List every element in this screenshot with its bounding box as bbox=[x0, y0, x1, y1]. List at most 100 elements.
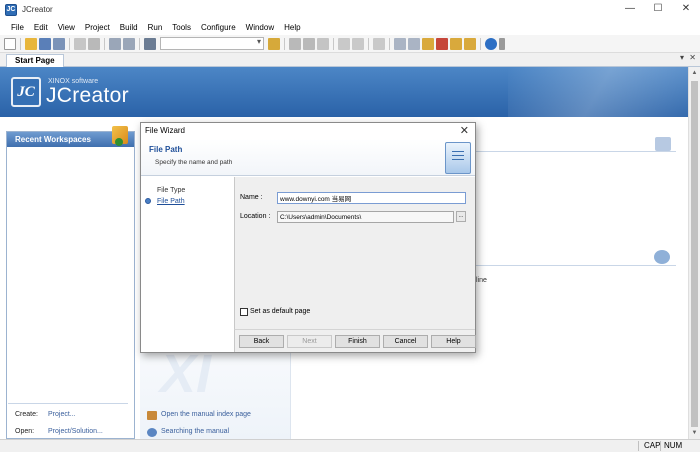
toolbar-separator bbox=[104, 37, 105, 50]
menu-help[interactable]: Help bbox=[279, 23, 305, 32]
create-project-link[interactable]: Project... bbox=[48, 411, 76, 418]
minimize-button[interactable]: — bbox=[616, 0, 644, 19]
dialog-title-bar: File Wizard ✕ bbox=[141, 123, 475, 139]
scroll-down-icon[interactable]: ▼ bbox=[689, 427, 700, 439]
new-file-icon[interactable] bbox=[4, 37, 16, 50]
window-title: JCreator bbox=[22, 5, 53, 14]
browser-icon[interactable] bbox=[436, 37, 448, 50]
undo-icon[interactable] bbox=[109, 37, 121, 50]
menu-build[interactable]: Build bbox=[115, 23, 143, 32]
dialog-footer: Back Next Finish Cancel Help bbox=[234, 329, 476, 352]
right-panel-text: line bbox=[476, 277, 487, 284]
paste-icon[interactable] bbox=[88, 37, 100, 50]
toolbar-separator bbox=[139, 37, 140, 50]
menu-edit[interactable]: Edit bbox=[29, 23, 53, 32]
cut-icon[interactable] bbox=[74, 37, 86, 50]
tab-start-page[interactable]: Start Page bbox=[6, 54, 64, 67]
name-field[interactable] bbox=[277, 192, 466, 204]
location-label: Location : bbox=[240, 213, 271, 220]
open-label: Open: bbox=[15, 428, 35, 435]
banner: JC XINOX software JCreator bbox=[0, 67, 688, 117]
find-in-files-icon[interactable] bbox=[268, 37, 280, 50]
menu-run[interactable]: Run bbox=[143, 23, 168, 32]
toolbar-separator bbox=[333, 37, 334, 50]
default-page-checkbox[interactable] bbox=[240, 308, 248, 316]
create-label: Create: bbox=[15, 411, 38, 418]
help-icon[interactable] bbox=[485, 37, 497, 50]
build-icon[interactable] bbox=[352, 37, 364, 50]
menu-view[interactable]: View bbox=[53, 23, 80, 32]
open-project-link[interactable]: Project/Solution... bbox=[48, 428, 103, 435]
status-divider bbox=[660, 441, 661, 451]
location-field[interactable] bbox=[277, 211, 454, 223]
save-all-icon[interactable] bbox=[53, 37, 65, 50]
forward-nav-icon[interactable] bbox=[408, 37, 420, 50]
menu-project[interactable]: Project bbox=[80, 23, 115, 32]
search-manual-link[interactable]: Searching the manual bbox=[161, 428, 229, 435]
banner-decoration bbox=[508, 67, 688, 117]
chat-icon bbox=[654, 250, 670, 264]
save-icon[interactable] bbox=[39, 37, 51, 50]
dialog-close-icon[interactable]: ✕ bbox=[460, 124, 469, 137]
menu-configure[interactable]: Configure bbox=[196, 23, 241, 32]
package-icon[interactable] bbox=[450, 37, 462, 50]
run-dropdown-icon[interactable] bbox=[303, 37, 315, 50]
find-combo[interactable] bbox=[160, 37, 264, 50]
output-icon[interactable] bbox=[464, 37, 476, 50]
step-subtitle: Specify the name and path bbox=[155, 159, 233, 166]
tab-bar: Start Page ▾ ✕ bbox=[0, 53, 700, 67]
maximize-button[interactable]: ☐ bbox=[644, 0, 672, 19]
book-icon bbox=[147, 411, 157, 420]
toolbar-separator bbox=[389, 37, 390, 50]
step-file-path[interactable]: File Path bbox=[157, 198, 185, 205]
manual-index-link[interactable]: Open the manual index page bbox=[161, 411, 251, 418]
wizard-document-icon bbox=[445, 142, 471, 174]
step-title: File Path bbox=[149, 145, 183, 154]
right-divider bbox=[476, 265, 676, 266]
back-button[interactable]: Back bbox=[239, 335, 284, 348]
tool-icon[interactable] bbox=[373, 37, 385, 50]
dialog-header: File Path Specify the name and path bbox=[141, 139, 475, 176]
left-divider bbox=[8, 403, 128, 404]
default-page-label: Set as default page bbox=[250, 308, 311, 315]
menu-bar: File Edit View Project Build Run Tools C… bbox=[0, 19, 700, 35]
toolbar-options-icon[interactable] bbox=[499, 37, 505, 50]
scroll-up-icon[interactable]: ▲ bbox=[689, 67, 700, 79]
step-file-type[interactable]: File Type bbox=[157, 187, 185, 194]
back-nav-icon[interactable] bbox=[394, 37, 406, 50]
menu-file[interactable]: File bbox=[6, 23, 29, 32]
run-icon[interactable] bbox=[289, 37, 301, 50]
finish-button[interactable]: Finish bbox=[335, 335, 380, 348]
next-button[interactable]: Next bbox=[287, 335, 332, 348]
cancel-button[interactable]: Cancel bbox=[383, 335, 428, 348]
tab-list-icon[interactable]: ▾ bbox=[680, 53, 684, 62]
current-step-icon bbox=[145, 198, 151, 204]
toolbar-separator bbox=[284, 37, 285, 50]
step-icon[interactable] bbox=[317, 37, 329, 50]
scroll-thumb[interactable] bbox=[691, 81, 698, 427]
file-wizard-dialog: File Wizard ✕ File Path Specify the name… bbox=[140, 122, 476, 353]
tab-close-icon[interactable]: ✕ bbox=[689, 53, 696, 62]
window-controls: — ☐ ✕ bbox=[616, 0, 700, 19]
vertical-scrollbar[interactable]: ▲ ▼ bbox=[688, 67, 700, 439]
search-icon bbox=[147, 428, 157, 437]
compile-icon[interactable] bbox=[338, 37, 350, 50]
menu-window[interactable]: Window bbox=[241, 23, 279, 32]
toolbar-separator bbox=[480, 37, 481, 50]
right-divider bbox=[476, 151, 676, 152]
workspace-icon[interactable] bbox=[422, 37, 434, 50]
cap-indicator: CAP bbox=[644, 441, 661, 450]
workspace-icon bbox=[112, 126, 128, 146]
close-window-button[interactable]: ✕ bbox=[672, 0, 700, 19]
find-icon[interactable] bbox=[144, 37, 156, 50]
toolbar-separator bbox=[69, 37, 70, 50]
brand-name: JCreator bbox=[46, 84, 129, 107]
open-folder-icon[interactable] bbox=[25, 37, 37, 50]
help-button[interactable]: Help bbox=[431, 335, 476, 348]
menu-tools[interactable]: Tools bbox=[167, 23, 196, 32]
app-icon: JC bbox=[5, 3, 17, 16]
toolbar-separator bbox=[20, 37, 21, 50]
browse-button[interactable]: ... bbox=[456, 211, 466, 222]
redo-icon[interactable] bbox=[123, 37, 135, 50]
wizard-steps: File Type File Path bbox=[141, 177, 234, 329]
